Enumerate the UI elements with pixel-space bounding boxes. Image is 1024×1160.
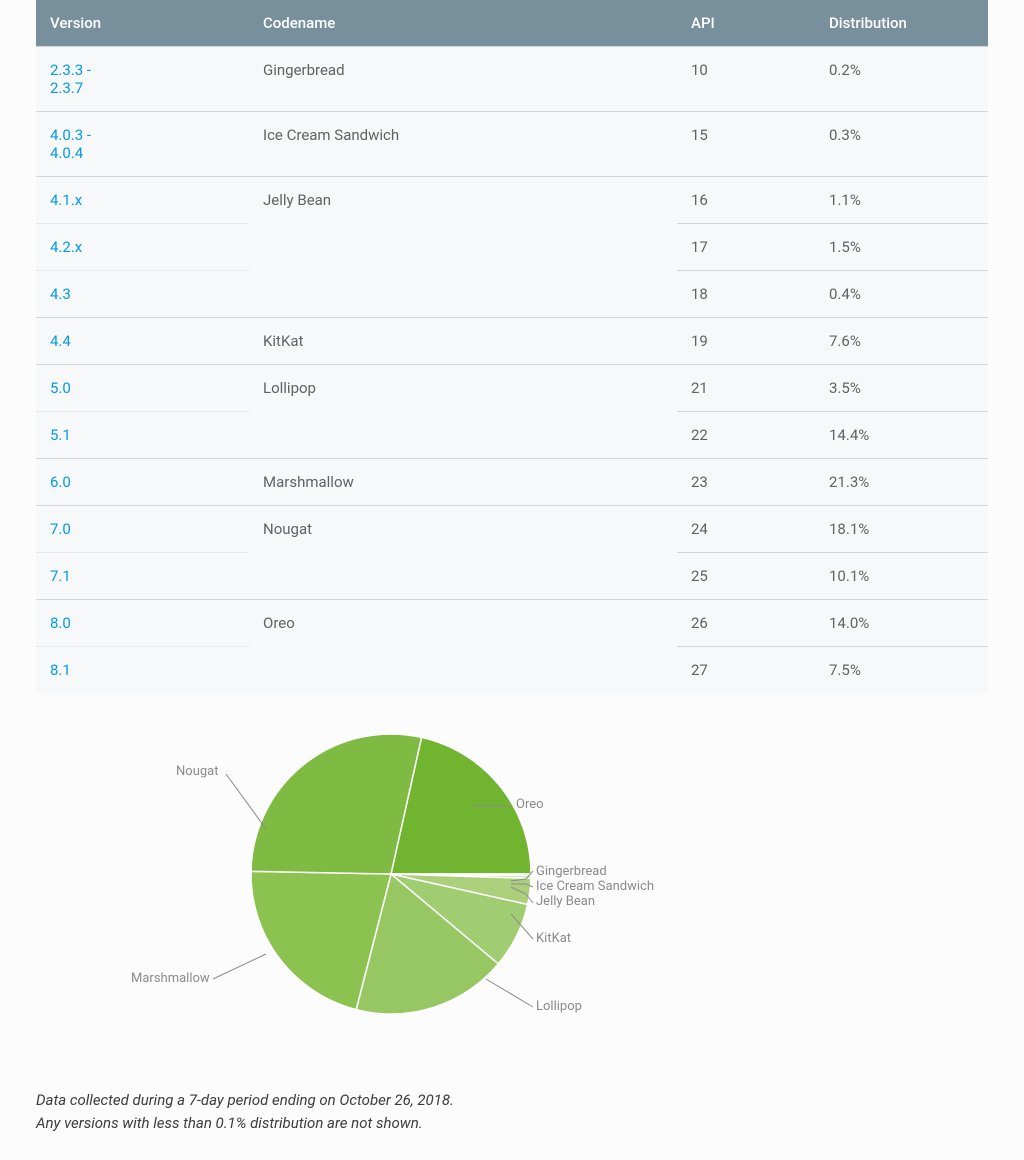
cell-api: 25 — [677, 552, 815, 599]
cell-version: 4.2.x — [36, 223, 249, 270]
version-link[interactable]: 5.1 — [50, 426, 71, 444]
table-header-row: Version Codename API Distribution — [36, 0, 988, 46]
cell-codename: Ice Cream Sandwich — [249, 111, 677, 176]
cell-distribution: 7.6% — [815, 317, 988, 364]
col-header-api: API — [677, 0, 815, 46]
cell-version: 4.0.3 - 4.0.4 — [36, 111, 249, 176]
table-row: 6.0 Marshmallow2321.3% — [36, 458, 988, 505]
cell-distribution: 1.5% — [815, 223, 988, 270]
distribution-table: Version Codename API Distribution 2.3.3 … — [36, 0, 988, 693]
cell-version: 4.1.x — [36, 176, 249, 223]
cell-codename — [249, 223, 677, 270]
version-link[interactable]: 5.0 — [50, 379, 71, 397]
cell-distribution: 10.1% — [815, 552, 988, 599]
cell-api: 10 — [677, 46, 815, 111]
cell-distribution: 1.1% — [815, 176, 988, 223]
col-header-dist: Distribution — [815, 0, 988, 46]
cell-api: 23 — [677, 458, 815, 505]
col-header-version: Version — [36, 0, 249, 46]
pie-slice — [251, 734, 422, 874]
cell-version: 4.4 — [36, 317, 249, 364]
cell-version: 7.1 — [36, 552, 249, 599]
version-link[interactable]: 4.3 — [50, 285, 71, 303]
cell-distribution: 3.5% — [815, 364, 988, 411]
cell-codename: Oreo — [249, 599, 677, 646]
pie-label-lollipop: Lollipop — [536, 999, 582, 1014]
table-row: 4.3 180.4% — [36, 270, 988, 317]
cell-api: 17 — [677, 223, 815, 270]
version-link[interactable]: 7.1 — [50, 567, 71, 585]
table-row: 2.3.3 - 2.3.7 Gingerbread100.2% — [36, 46, 988, 111]
cell-api: 15 — [677, 111, 815, 176]
version-link[interactable]: 4.4 — [50, 332, 71, 350]
pie-label-nougat: Nougat — [176, 764, 218, 779]
cell-distribution: 14.0% — [815, 599, 988, 646]
version-link[interactable]: 2.3.3 - 2.3.7 — [50, 61, 91, 97]
cell-codename — [249, 646, 677, 693]
table-row: 4.0.3 - 4.0.4 Ice Cream Sandwich150.3% — [36, 111, 988, 176]
table-row: 5.1 2214.4% — [36, 411, 988, 458]
pie-label-kitkat: KitKat — [536, 931, 571, 946]
table-row: 8.1 277.5% — [36, 646, 988, 693]
cell-api: 19 — [677, 317, 815, 364]
cell-distribution: 0.4% — [815, 270, 988, 317]
pie-label-ics: Ice Cream Sandwich — [536, 879, 654, 894]
table-row: 8.0 Oreo2614.0% — [36, 599, 988, 646]
cell-api: 27 — [677, 646, 815, 693]
cell-codename: Marshmallow — [249, 458, 677, 505]
cell-codename — [249, 270, 677, 317]
cell-distribution: 0.3% — [815, 111, 988, 176]
cell-codename: Nougat — [249, 505, 677, 552]
pie-label-oreo: Oreo — [516, 797, 544, 812]
cell-api: 21 — [677, 364, 815, 411]
version-link[interactable]: 7.0 — [50, 520, 71, 538]
cell-version: 8.0 — [36, 599, 249, 646]
cell-version: 8.1 — [36, 646, 249, 693]
footnote: Data collected during a 7-day period end… — [36, 1089, 988, 1136]
cell-distribution: 7.5% — [815, 646, 988, 693]
cell-version: 5.1 — [36, 411, 249, 458]
pie-label-jelly: Jelly Bean — [536, 894, 595, 909]
pie-label-gingerbread: Gingerbread — [536, 864, 607, 879]
table-row: 4.1.x Jelly Bean161.1% — [36, 176, 988, 223]
version-link[interactable]: 4.0.3 - 4.0.4 — [50, 126, 91, 162]
cell-version: 2.3.3 - 2.3.7 — [36, 46, 249, 111]
cell-codename — [249, 411, 677, 458]
table-row: 7.0 Nougat2418.1% — [36, 505, 988, 552]
cell-version: 4.3 — [36, 270, 249, 317]
cell-api: 18 — [677, 270, 815, 317]
table-row: 4.4 KitKat197.6% — [36, 317, 988, 364]
pie-label-marshmallow: Marshmallow — [131, 971, 210, 986]
version-link[interactable]: 6.0 — [50, 473, 71, 491]
cell-api: 16 — [677, 176, 815, 223]
distribution-pie-chart: Nougat Oreo Gingerbread Ice Cream Sandwi… — [36, 719, 988, 1069]
cell-version: 5.0 — [36, 364, 249, 411]
footnote-line-1: Data collected during a 7-day period end… — [36, 1089, 988, 1112]
cell-api: 22 — [677, 411, 815, 458]
table-row: 4.2.x 171.5% — [36, 223, 988, 270]
cell-codename: Jelly Bean — [249, 176, 677, 223]
cell-version: 7.0 — [36, 505, 249, 552]
version-link[interactable]: 8.0 — [50, 614, 71, 632]
cell-codename: Lollipop — [249, 364, 677, 411]
table-row: 7.1 2510.1% — [36, 552, 988, 599]
cell-distribution: 0.2% — [815, 46, 988, 111]
footnote-line-2: Any versions with less than 0.1% distrib… — [36, 1112, 988, 1135]
cell-codename — [249, 552, 677, 599]
cell-api: 24 — [677, 505, 815, 552]
cell-codename: KitKat — [249, 317, 677, 364]
col-header-codename: Codename — [249, 0, 677, 46]
cell-api: 26 — [677, 599, 815, 646]
pie-svg — [246, 729, 536, 1019]
version-link[interactable]: 4.1.x — [50, 191, 82, 209]
cell-version: 6.0 — [36, 458, 249, 505]
table-row: 5.0 Lollipop213.5% — [36, 364, 988, 411]
cell-distribution: 18.1% — [815, 505, 988, 552]
version-link[interactable]: 4.2.x — [50, 238, 82, 256]
cell-codename: Gingerbread — [249, 46, 677, 111]
cell-distribution: 21.3% — [815, 458, 988, 505]
cell-distribution: 14.4% — [815, 411, 988, 458]
version-link[interactable]: 8.1 — [50, 661, 71, 679]
